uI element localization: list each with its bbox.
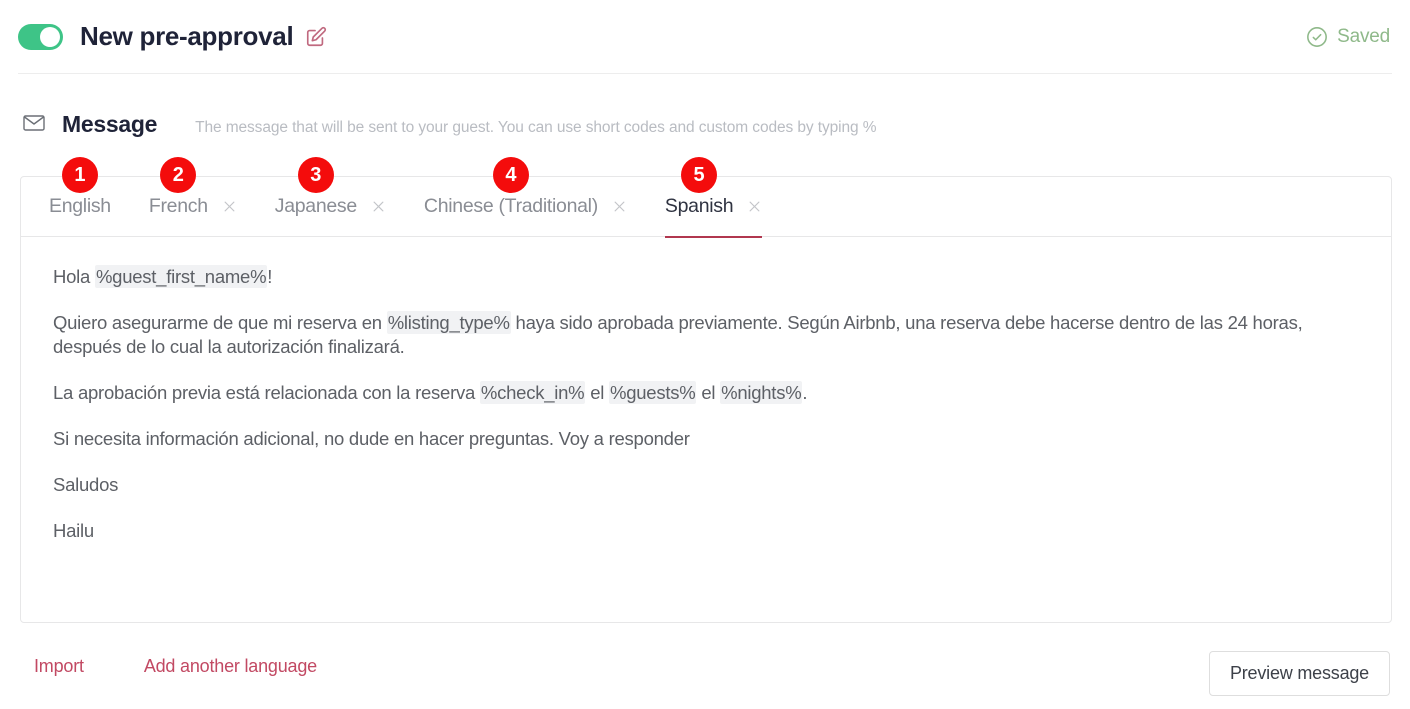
paragraph-text: .: [802, 382, 807, 403]
page-header: New pre-approval Saved: [0, 0, 1410, 73]
tab-chinese-traditional[interactable]: Chinese (Traditional): [424, 177, 627, 237]
paragraph-text: La aprobación previa está relacionada co…: [53, 382, 480, 403]
close-icon[interactable]: [747, 199, 762, 214]
message-paragraph: Hola %guest_first_name%!: [53, 265, 1361, 289]
paragraph-text: Si necesita información adicional, no du…: [53, 428, 690, 449]
add-another-language-link[interactable]: Add another language: [144, 656, 317, 677]
shortcode-token: %nights%: [720, 381, 802, 404]
message-description: The message that will be sent to your gu…: [195, 119, 876, 137]
message-paragraph: Hailu: [53, 519, 1361, 543]
shortcode-token: %guest_first_name%: [95, 265, 267, 288]
pre-approval-editor-page: New pre-approval Saved: [0, 0, 1410, 709]
enable-toggle[interactable]: [18, 24, 63, 50]
message-paragraph: Saludos: [53, 473, 1361, 497]
tab-japanese[interactable]: Japanese: [275, 177, 386, 237]
edit-pencil-square-icon[interactable]: [305, 26, 327, 48]
active-tab-underline: [665, 236, 762, 238]
page-title: New pre-approval: [80, 21, 293, 52]
tab-label: Chinese (Traditional): [424, 195, 598, 218]
tab-label: English: [49, 195, 111, 218]
tab-french[interactable]: French: [149, 177, 237, 237]
footer-links: Import Add another language: [34, 656, 317, 677]
paragraph-text: el: [696, 382, 720, 403]
paragraph-text: !: [267, 266, 272, 287]
message-title: Message: [62, 111, 157, 138]
header-left-group: New pre-approval: [0, 21, 327, 52]
close-icon[interactable]: [222, 199, 237, 214]
save-status: Saved: [1306, 26, 1410, 48]
tab-english[interactable]: English: [49, 177, 111, 237]
message-paragraph: Quiero asegurarme de que mi reserva en %…: [53, 311, 1361, 359]
tab-label: Spanish: [665, 195, 733, 218]
tab-spanish[interactable]: Spanish: [665, 177, 762, 237]
message-paragraph: La aprobación previa está relacionada co…: [53, 381, 1361, 405]
card-footer: Import Add another language Preview mess…: [0, 623, 1410, 709]
paragraph-text: Hailu: [53, 520, 94, 541]
language-tabs: English French Japanese Chinese (Traditiona…: [21, 177, 1391, 237]
tab-label: French: [149, 195, 208, 218]
paragraph-text: el: [585, 382, 609, 403]
paragraph-text: Quiero asegurarme de que mi reserva en: [53, 312, 387, 333]
paragraph-text: Saludos: [53, 474, 118, 495]
message-editor-card: English French Japanese Chinese (Traditiona…: [20, 176, 1392, 623]
paragraph-text: Hola: [53, 266, 95, 287]
shortcode-token: %guests%: [609, 381, 696, 404]
saved-label: Saved: [1337, 26, 1390, 48]
message-body[interactable]: Hola %guest_first_name%! Quiero asegurarm…: [21, 237, 1391, 543]
shortcode-token: %listing_type%: [387, 311, 511, 334]
import-link[interactable]: Import: [34, 656, 84, 677]
message-paragraph: Si necesita información adicional, no du…: [53, 427, 1361, 451]
check-circle-icon: [1306, 26, 1328, 48]
toggle-knob: [40, 27, 60, 47]
preview-message-button[interactable]: Preview message: [1209, 651, 1390, 696]
tab-label: Japanese: [275, 195, 357, 218]
header-divider: [18, 73, 1392, 74]
message-section-header: Message The message that will be sent to…: [22, 108, 876, 138]
close-icon[interactable]: [612, 199, 627, 214]
envelope-icon: [22, 111, 46, 135]
close-icon[interactable]: [371, 199, 386, 214]
shortcode-token: %check_in%: [480, 381, 585, 404]
